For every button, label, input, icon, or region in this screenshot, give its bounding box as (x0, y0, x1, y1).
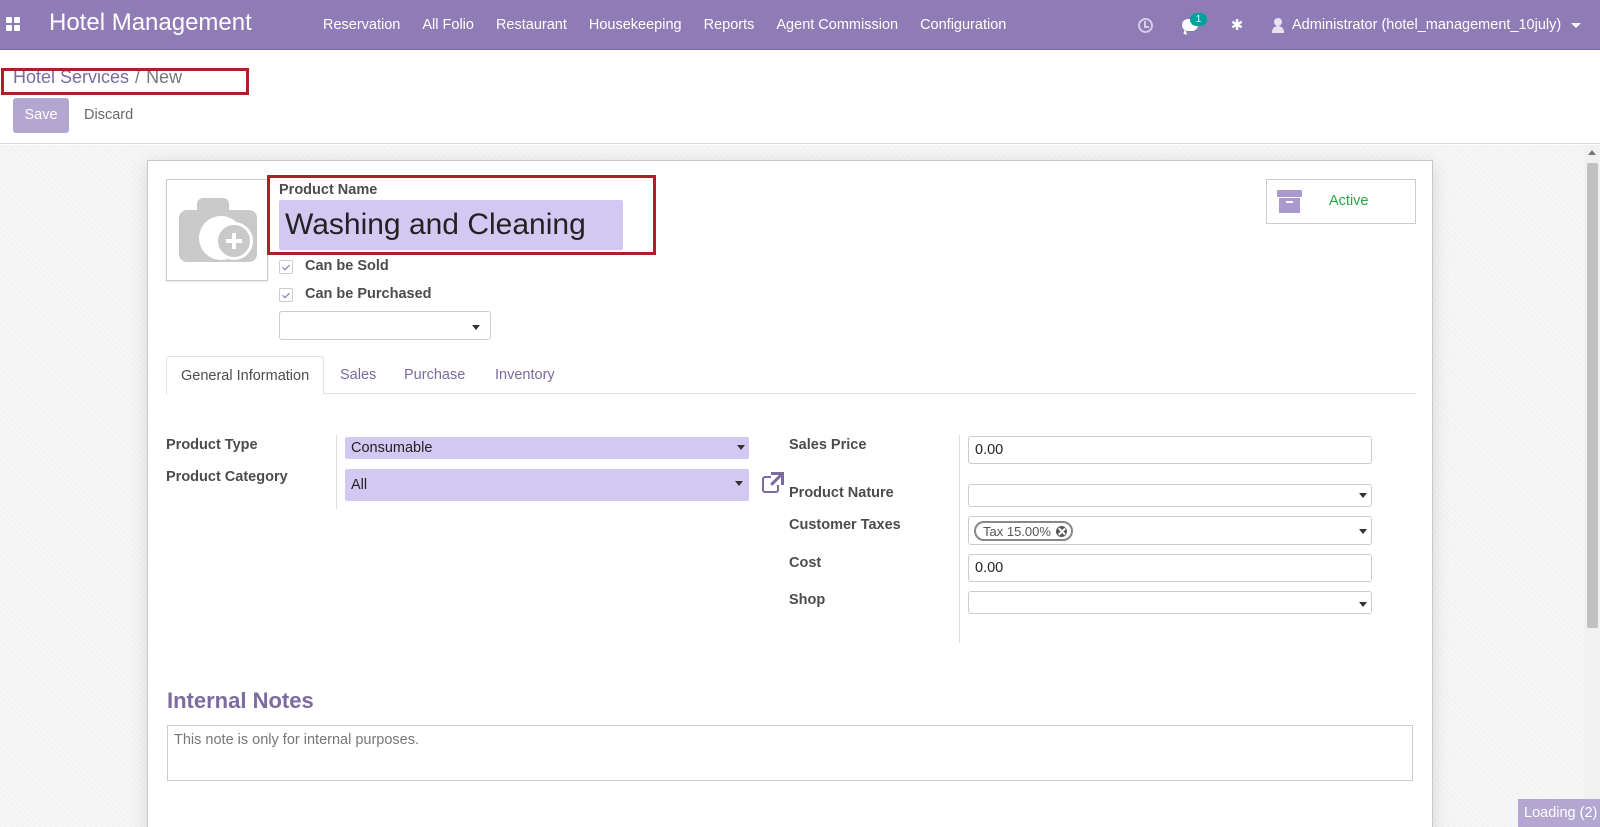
product-category-label: Product Category (166, 469, 288, 485)
loading-indicator: Loading (2) (1518, 799, 1600, 827)
notebook-tabs: General Information Sales Purchase Inven… (166, 356, 1416, 395)
field-divider (959, 435, 960, 643)
tax-tag: Tax 15.00% (974, 521, 1073, 541)
external-link-icon[interactable] (762, 472, 784, 494)
product-nature-select[interactable] (968, 484, 1372, 507)
tab-purchase[interactable]: Purchase (390, 356, 479, 394)
top-navbar: Hotel Management Reservation All Folio R… (0, 0, 1600, 50)
chevron-down-icon (737, 445, 745, 450)
active-label: Active (1329, 193, 1369, 209)
tab-inventory[interactable]: Inventory (481, 356, 569, 394)
can-be-sold-checkbox[interactable] (279, 260, 293, 274)
messages-count-badge: 1 (1190, 13, 1207, 26)
tax-tag-label: Tax 15.00% (983, 524, 1051, 539)
user-menu[interactable]: Administrator (hotel_management_10july) (1272, 0, 1582, 50)
activity-clock-icon[interactable] (1134, 0, 1156, 50)
tab-general-information[interactable]: General Information (166, 356, 325, 395)
control-panel: Hotel Services / New Save Discard (0, 50, 1600, 144)
active-toggle-button[interactable]: Active (1266, 179, 1416, 224)
product-type-label: Product Type (166, 437, 258, 453)
cost-label: Cost (789, 555, 822, 571)
apps-menu-icon[interactable] (6, 17, 20, 31)
can-be-sold-label: Can be Sold (305, 258, 389, 274)
chevron-down-icon (472, 325, 480, 330)
field-divider (336, 435, 337, 509)
debug-bug-icon[interactable]: ✱ (1226, 0, 1248, 50)
messages-chat-icon[interactable]: 1 (1172, 0, 1208, 50)
menu-reports[interactable]: Reports (693, 0, 766, 50)
chevron-down-icon (1571, 22, 1582, 28)
internal-notes-title: Internal Notes (167, 688, 314, 713)
save-button[interactable]: Save (13, 98, 69, 133)
can-be-purchased-label: Can be Purchased (305, 286, 432, 302)
chevron-down-icon (1359, 529, 1367, 534)
internal-notes-placeholder: This note is only for internal purposes. (174, 732, 420, 748)
menu-all-folio[interactable]: All Folio (411, 0, 485, 50)
sales-price-label: Sales Price (789, 437, 867, 453)
user-name: Administrator (hotel_management_10july) (1292, 17, 1562, 33)
customer-taxes-label: Customer Taxes (789, 517, 901, 533)
chevron-down-icon (1359, 493, 1367, 498)
product-name-highlight-box (267, 175, 656, 255)
tab-sales[interactable]: Sales (326, 356, 390, 394)
company-select[interactable] (279, 311, 491, 340)
shop-select[interactable] (968, 591, 1372, 614)
menu-restaurant[interactable]: Restaurant (485, 0, 578, 50)
archive-icon (1277, 190, 1302, 213)
user-icon (1272, 17, 1284, 33)
shop-label: Shop (789, 592, 826, 608)
product-category-value: All (351, 477, 368, 493)
sales-price-input[interactable]: 0.00 (968, 436, 1372, 464)
can-be-purchased-checkbox[interactable] (279, 288, 293, 302)
internal-notes-textarea[interactable]: This note is only for internal purposes. (167, 725, 1413, 781)
product-type-value: Consumable (351, 440, 433, 456)
product-type-select[interactable]: Consumable (345, 437, 749, 459)
menu-configuration[interactable]: Configuration (909, 0, 1017, 50)
menu-agent-commission[interactable]: Agent Commission (765, 0, 909, 50)
chevron-down-icon (1359, 602, 1367, 607)
add-plus-icon (215, 222, 253, 260)
discard-button[interactable]: Discard (84, 98, 133, 133)
chevron-down-icon (735, 481, 743, 486)
app-title[interactable]: Hotel Management (49, 9, 252, 37)
product-image-upload[interactable] (166, 179, 268, 281)
remove-tag-icon[interactable] (1055, 526, 1067, 537)
breadcrumb-highlight-box (1, 68, 249, 95)
menu-housekeeping[interactable]: Housekeeping (578, 0, 693, 50)
scrollbar-thumb[interactable] (1587, 163, 1598, 628)
scroll-up-arrow-icon[interactable] (1588, 150, 1596, 155)
product-category-select[interactable]: All (345, 469, 749, 501)
product-nature-label: Product Nature (789, 485, 894, 501)
main-menu: Reservation All Folio Restaurant Houseke… (312, 0, 1017, 50)
menu-reservation[interactable]: Reservation (312, 0, 411, 50)
cost-input[interactable]: 0.00 (968, 554, 1372, 582)
